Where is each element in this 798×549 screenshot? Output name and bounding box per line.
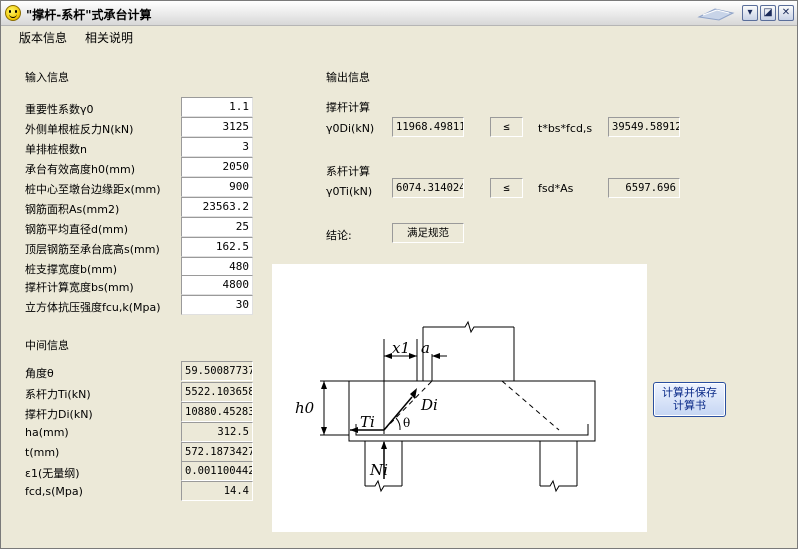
input-label: 顶层钢筋至承台底高s(mm) xyxy=(25,243,160,256)
di-label: Di xyxy=(420,396,438,414)
ti-label: Ti xyxy=(360,413,375,431)
input-field[interactable]: 3125 xyxy=(181,117,253,137)
tie-heading: 系杆计算 xyxy=(326,165,370,178)
input-label: 外侧单根桩反力N(kN) xyxy=(25,123,134,136)
middle-label: 系杆力Ti(kN) xyxy=(25,388,91,401)
middle-label: t(mm) xyxy=(25,446,60,459)
input-field[interactable]: 480 xyxy=(181,257,253,277)
input-label: 撑杆计算宽度bs(mm) xyxy=(25,281,134,294)
a-label: a xyxy=(421,339,430,357)
input-heading: 输入信息 xyxy=(25,71,69,84)
strut-rhs-label: t*bs*fcd,s xyxy=(538,122,593,135)
input-label: 钢筋面积As(mm2) xyxy=(25,203,120,216)
input-label: 桩中心至墩台边缘距x(mm) xyxy=(25,183,161,196)
input-field[interactable]: 1.1 xyxy=(181,97,253,117)
menu-related-notes[interactable]: 相关说明 xyxy=(85,29,133,46)
middle-label: ε1(无量纲) xyxy=(25,467,80,480)
middle-value: 14.4 xyxy=(181,481,253,501)
middle-value: 5522.103658 xyxy=(181,382,253,402)
input-field[interactable]: 3 xyxy=(181,137,253,157)
menu-bar: 版本信息 相关说明 xyxy=(1,27,797,47)
conclusion-label: 结论: xyxy=(326,229,352,242)
book-decoration-icon xyxy=(697,8,735,21)
input-label: 立方体抗压强度fcu,k(Mpa) xyxy=(25,301,161,314)
restore-button[interactable]: ◪ xyxy=(760,5,776,21)
tie-gamma-value: 6074.314024 xyxy=(392,178,464,198)
conclusion-value: 满足规范 xyxy=(392,223,464,243)
strut-heading: 撑杆计算 xyxy=(326,101,370,114)
middle-value: 10880.45283 xyxy=(181,402,253,422)
menu-version-info[interactable]: 版本信息 xyxy=(19,29,67,46)
calc-button-line1: 计算并保存 xyxy=(662,386,717,399)
input-field[interactable]: 2050 xyxy=(181,157,253,177)
strut-tie-diagram: h0 x1 a Ti Di θ Ni xyxy=(272,264,647,532)
calculate-save-button[interactable]: 计算并保存 计算书 xyxy=(653,382,726,417)
x1-label: x1 xyxy=(392,339,410,357)
tie-gamma-label: γ0Ti(kN) xyxy=(326,185,373,198)
theta-label: θ xyxy=(403,416,410,430)
input-label: 承台有效高度h0(mm) xyxy=(25,163,135,176)
calc-button-line2: 计算书 xyxy=(673,399,706,412)
middle-value: 312.5 xyxy=(181,422,253,442)
ni-label: Ni xyxy=(369,461,388,479)
output-heading: 输出信息 xyxy=(326,71,370,84)
middle-label: fcd,s(Mpa) xyxy=(25,485,83,498)
strut-tie-drawing: h0 x1 a Ti Di θ Ni xyxy=(295,320,596,493)
strut-gamma-label: γ0Di(kN) xyxy=(326,122,375,135)
input-field[interactable]: 162.5 xyxy=(181,237,253,257)
smiley-app-icon xyxy=(5,5,21,21)
input-field[interactable]: 25 xyxy=(181,217,253,237)
middle-value: 572.1873427 xyxy=(181,442,253,462)
middle-label: ha(mm) xyxy=(25,426,69,439)
strut-rhs-value: 39549.58912 xyxy=(608,117,680,137)
title-bar: "撑杆-系杆"式承台计算 ▾ ◪ ✕ xyxy=(1,1,797,26)
strut-gamma-value: 11968.49811 xyxy=(392,117,464,137)
middle-label: 撑杆力Di(kN) xyxy=(25,408,93,421)
middle-label: 角度θ xyxy=(25,367,54,380)
close-button[interactable]: ✕ xyxy=(778,5,794,21)
main-window: "撑杆-系杆"式承台计算 ▾ ◪ ✕ 版本信息 相关说明 输入信息 重要性系数γ… xyxy=(0,0,798,549)
input-field[interactable]: 30 xyxy=(181,295,253,315)
middle-value: 0.001100442 xyxy=(181,461,253,481)
window-title: "撑杆-系杆"式承台计算 xyxy=(26,8,152,22)
minimize-button[interactable]: ▾ xyxy=(742,5,758,21)
input-label: 桩支撑宽度b(mm) xyxy=(25,263,117,276)
input-label: 重要性系数γ0 xyxy=(25,103,94,116)
input-field[interactable]: 23563.2 xyxy=(181,197,253,217)
tie-rhs-value: 6597.696 xyxy=(608,178,680,198)
h0-label: h0 xyxy=(295,399,315,417)
tie-rhs-label: fsd*As xyxy=(538,182,574,195)
tie-comparator: ≤ xyxy=(490,178,523,198)
input-field[interactable]: 4800 xyxy=(181,275,253,295)
input-label: 单排桩根数n xyxy=(25,143,87,156)
middle-heading: 中间信息 xyxy=(25,339,69,352)
input-label: 钢筋平均直径d(mm) xyxy=(25,223,128,236)
input-field[interactable]: 900 xyxy=(181,177,253,197)
strut-comparator: ≤ xyxy=(490,117,523,137)
middle-value: 59.50087737 xyxy=(181,361,253,381)
